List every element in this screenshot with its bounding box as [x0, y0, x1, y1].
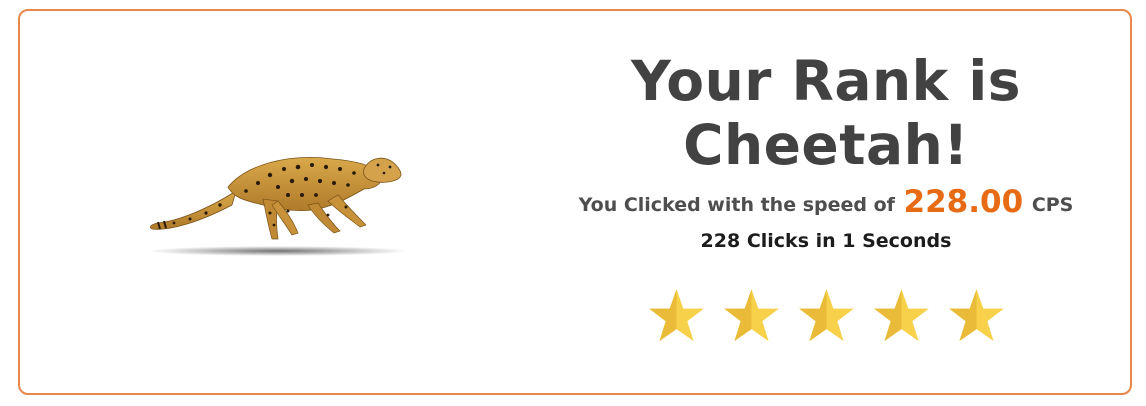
clicks-summary: 228 Clicks in 1 Seconds	[700, 230, 952, 252]
speed-value: 228.00	[903, 184, 1024, 220]
result-card: Your Rank is Cheetah! You Clicked with t…	[18, 9, 1132, 395]
rank-title: Your Rank is Cheetah!	[631, 49, 1021, 177]
cheetah-illustration	[148, 157, 408, 256]
star-icon	[873, 289, 929, 342]
cheetah-shadow	[148, 246, 408, 256]
result-panel: Your Rank is Cheetah! You Clicked with t…	[538, 49, 1114, 343]
star-icon	[648, 289, 704, 342]
star-icon	[948, 289, 1004, 342]
cheetah-image	[128, 139, 408, 259]
speed-prefix: You Clicked with the speed of	[578, 194, 895, 216]
star-icon	[798, 289, 854, 342]
speed-line: You Clicked with the speed of 228.00 CPS	[538, 186, 1114, 221]
star-icon	[723, 289, 779, 342]
speed-unit: CPS	[1031, 194, 1074, 216]
rating-stars	[538, 288, 1114, 343]
